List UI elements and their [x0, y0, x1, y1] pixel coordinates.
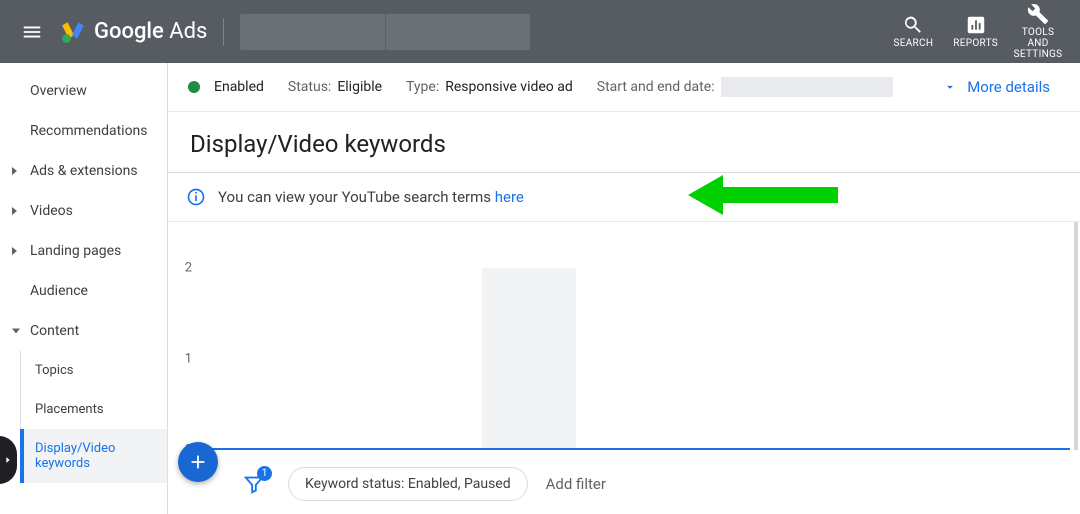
sidebar-content-group: Topics Placements Display/Video keywords [20, 351, 167, 483]
filter-chip[interactable]: Keyword status: Enabled, Paused [288, 467, 528, 501]
reports-label: REPORTS [953, 38, 998, 49]
chevron-right-icon [12, 247, 17, 255]
reports-icon [965, 14, 987, 36]
status-dot-icon [188, 81, 200, 93]
add-fab[interactable] [178, 442, 218, 482]
chart-area: 2 1 0 Aug 17, 2022 1 Keyword status: Ena… [168, 222, 1080, 514]
chevron-down-icon [12, 329, 20, 334]
status-enabled[interactable]: Enabled [188, 79, 264, 95]
chart-highlight-band [482, 268, 576, 450]
content-pane: Enabled Status: Eligible Type: Responsiv… [168, 63, 1080, 514]
page-title: Display/Video keywords [168, 112, 1080, 173]
add-filter-button[interactable]: Add filter [546, 475, 606, 493]
status-eligible: Status: Eligible [288, 79, 382, 95]
tools-settings-label: TOOLS AND SETTINGS [1014, 27, 1063, 60]
scrollbar[interactable] [1074, 222, 1078, 450]
divider [223, 18, 224, 46]
sidebar-item-recommendations[interactable]: Recommendations [0, 111, 167, 151]
search-label: SEARCH [894, 38, 934, 49]
chart-line [200, 448, 1070, 450]
brand-logo[interactable]: Google Ads [60, 19, 207, 45]
date-range: Start and end date: [597, 77, 893, 97]
y-tick: 2 [185, 261, 192, 276]
google-ads-logo-icon [60, 19, 86, 45]
line-chart: 2 1 0 Aug 17, 2022 [200, 268, 1076, 450]
expand-panel-button[interactable] [0, 436, 17, 484]
reports-tool[interactable]: REPORTS [943, 14, 1008, 49]
chevron-right-icon [12, 207, 17, 215]
filter-count-badge: 1 [257, 466, 272, 481]
sidebar-item-content[interactable]: Content [0, 311, 167, 351]
chevron-right-icon [12, 167, 17, 175]
menu-icon[interactable] [12, 12, 52, 52]
sidebar: Overview Recommendations Ads & extension… [0, 63, 168, 514]
filter-button[interactable]: 1 [238, 468, 270, 500]
filter-bar: 1 Keyword status: Enabled, Paused Add fi… [168, 454, 1080, 514]
status-bar: Enabled Status: Eligible Type: Responsiv… [168, 63, 1080, 112]
sidebar-item-videos[interactable]: Videos [0, 191, 167, 231]
chevron-right-icon [3, 453, 13, 467]
info-banner: You can view your YouTube search terms h… [168, 173, 1080, 222]
brand-text: Google Ads [94, 19, 207, 44]
info-icon [186, 187, 206, 207]
app-header: Google Ads SEARCH REPORTS TOOLS AND SETT… [0, 0, 1080, 63]
ad-type: Type: Responsive video ad [406, 79, 573, 95]
banner-link[interactable]: here [495, 188, 524, 206]
sidebar-item-ads-extensions[interactable]: Ads & extensions [0, 151, 167, 191]
chevron-down-icon [943, 80, 957, 94]
sidebar-item-overview[interactable]: Overview [0, 71, 167, 111]
banner-text: You can view your YouTube search terms h… [218, 188, 524, 206]
sidebar-item-placements[interactable]: Placements [21, 390, 167, 429]
sidebar-item-audience[interactable]: Audience [0, 271, 167, 311]
sidebar-item-display-video-keywords[interactable]: Display/Video keywords [20, 429, 167, 483]
search-tool[interactable]: SEARCH [884, 14, 944, 49]
search-icon [902, 14, 924, 36]
sidebar-item-topics[interactable]: Topics [21, 351, 167, 390]
sidebar-item-landing-pages[interactable]: Landing pages [0, 231, 167, 271]
wrench-icon [1027, 3, 1049, 25]
more-details-toggle[interactable]: More details [943, 78, 1050, 96]
account-switcher[interactable] [240, 14, 530, 50]
y-tick: 1 [185, 352, 192, 367]
green-arrow-annotation [688, 175, 838, 219]
plus-icon [187, 451, 209, 473]
tools-settings-tool[interactable]: TOOLS AND SETTINGS [1008, 3, 1068, 60]
